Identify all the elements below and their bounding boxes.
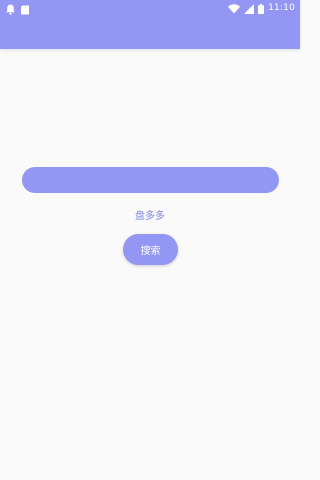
signal-icon — [244, 0, 255, 18]
search-input[interactable] — [22, 167, 279, 193]
wifi-icon — [228, 0, 241, 18]
sd-card-icon — [20, 0, 30, 19]
status-time: 11:10 — [268, 3, 295, 13]
notification-icon — [6, 0, 15, 19]
status-bar-right: 11:10 — [228, 1, 295, 15]
app-header: 11:10 — [0, 0, 300, 49]
app-screen: 11:10 盘多多 搜索 — [0, 0, 300, 480]
battery-icon — [258, 0, 265, 18]
search-button[interactable]: 搜索 — [123, 234, 178, 265]
status-bar-left — [6, 2, 30, 16]
app-label: 盘多多 — [135, 211, 165, 222]
